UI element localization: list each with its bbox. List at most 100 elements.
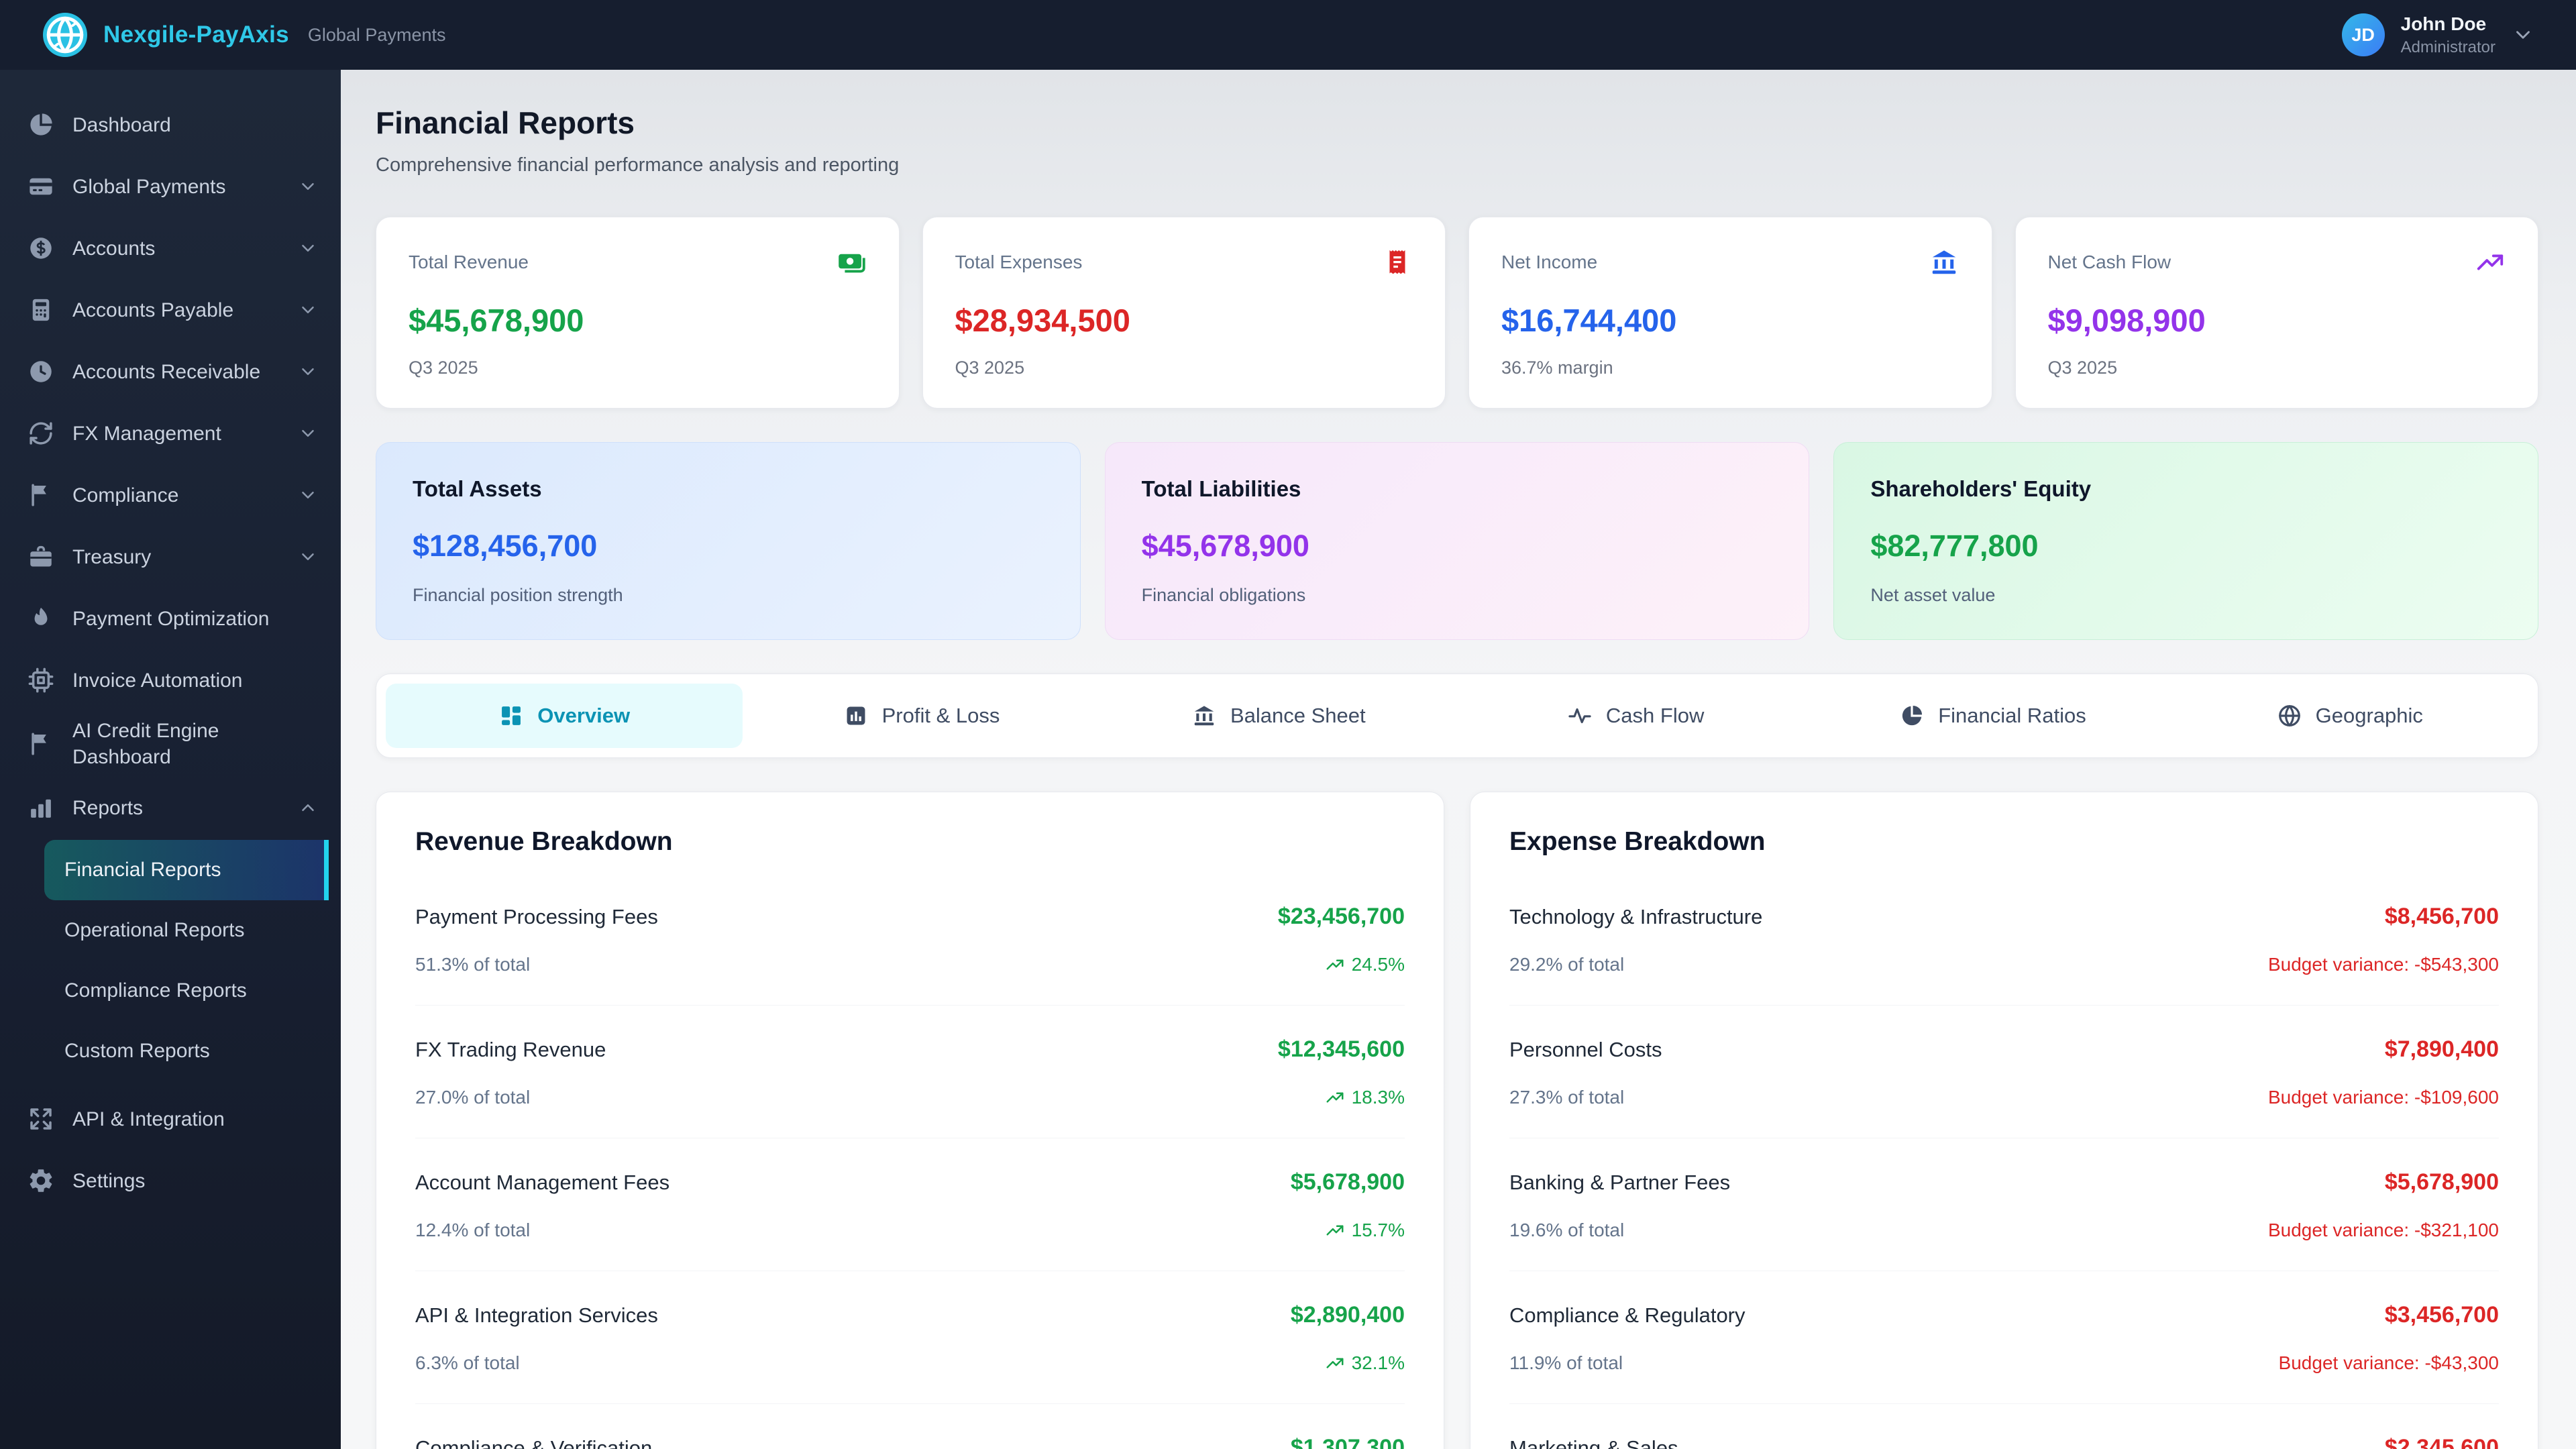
- breakdown-item-value: $2,890,400: [1290, 1302, 1405, 1328]
- summary-title: Total Liabilities: [1141, 476, 1301, 501]
- budget-variance: Budget variance: -$109,600: [2267, 1087, 2499, 1108]
- brand-name: Nexgile-PayAxis: [103, 21, 289, 48]
- sidebar-item-settings[interactable]: Settings: [0, 1150, 341, 1212]
- sidebar-subitem-compliance-reports[interactable]: Compliance Reports: [44, 961, 329, 1021]
- breakdown-item-name: API & Integration Services: [415, 1303, 658, 1327]
- activity-icon: [1567, 703, 1593, 729]
- summary-card-green: Shareholders' Equity $82,777,800 Net asset…: [1833, 442, 2538, 640]
- sidebar-item-label: Reports: [72, 796, 144, 819]
- brand-tagline: Global Payments: [307, 24, 446, 45]
- page-title: Financial Reports: [376, 105, 635, 140]
- user-menu[interactable]: JD John Doe Administrator: [2341, 13, 2534, 57]
- kpi-row: Total Revenue $45,678,900 Q3 2025 Total Exp…: [376, 217, 2538, 409]
- summary-value: $128,456,700: [413, 529, 598, 563]
- summary-subtitle: Financial obligations: [1141, 585, 1306, 605]
- breakdown-panels: Revenue Breakdown Payment Processing Fee…: [376, 792, 2538, 1449]
- flag-icon: [27, 730, 55, 758]
- sidebar-item-label: Global Payments: [72, 175, 226, 198]
- expense-row: Marketing & Sales$2,345,6008.1% of total…: [1509, 1403, 2499, 1449]
- kpi-label: Total Revenue: [409, 252, 529, 272]
- breakdown-row-top: Banking & Partner Fees $5,678,900: [1509, 1169, 2499, 1195]
- breakdown-row-sub: 27.3% of total Budget variance: -$109,600: [1509, 1087, 2499, 1108]
- breakdown-item-name: Compliance & Verification: [415, 1436, 653, 1449]
- breakdown-row-top: Account Management Fees $5,678,900: [415, 1169, 1405, 1195]
- sidebar-item-payment-optimization[interactable]: Payment Optimization: [0, 588, 341, 649]
- breakdown-row-sub: 11.9% of total Budget variance: -$43,300: [1509, 1352, 2499, 1374]
- sidebar-item-api-integration[interactable]: API & Integration: [0, 1088, 341, 1150]
- budget-variance: Budget variance: -$321,100: [2267, 1220, 2499, 1240]
- tab-label: Geographic: [2315, 704, 2423, 727]
- summary-subtitle: Net asset value: [1870, 585, 1996, 605]
- tab-label: Financial Ratios: [1938, 704, 2086, 727]
- tab-profit-loss[interactable]: Profit & Loss: [743, 684, 1099, 748]
- page-subtitle: Comprehensive financial performance anal…: [376, 154, 900, 176]
- receipt-icon: [1382, 247, 1413, 278]
- breakdown-row-sub: 12.4% of total 15.7%: [415, 1220, 1405, 1241]
- sidebar-item-label: Accounts Payable: [72, 299, 234, 321]
- expense-row: Personnel Costs $7,890,400 27.3% of total B…: [1509, 1005, 2499, 1138]
- tab-financial-ratios[interactable]: Financial Ratios: [1814, 684, 2171, 748]
- sidebar-item-global-payments[interactable]: Global Payments: [0, 156, 341, 217]
- app-header: Nexgile-PayAxis Global Payments JD John …: [0, 0, 2576, 70]
- share-of-total: 12.4% of total: [415, 1220, 531, 1240]
- sidebar-item-treasury[interactable]: Treasury: [0, 526, 341, 588]
- chevron-down-icon: [298, 485, 318, 505]
- kpi-period: 36.7% margin: [1501, 358, 1613, 378]
- breakdown-item-value: $7,890,400: [2384, 1036, 2499, 1062]
- sidebar-item-label: Dashboard: [72, 113, 171, 136]
- growth-trend-value: 15.7%: [1351, 1220, 1405, 1240]
- revenue-row: Account Management Fees $5,678,900 12.4% o…: [415, 1138, 1405, 1271]
- main-content: Financial Reports Comprehensive financia…: [341, 70, 2576, 1449]
- expense-row: Banking & Partner Fees $5,678,900 19.6% of…: [1509, 1138, 2499, 1271]
- kpi-label: Net Income: [1501, 252, 1598, 272]
- credit-card-icon: [27, 172, 55, 201]
- share-of-total: 27.3% of total: [1509, 1087, 1625, 1108]
- flame-icon: [27, 604, 55, 633]
- sidebar-subitem-financial-reports[interactable]: Financial Reports: [44, 840, 329, 900]
- kpi-value: $9,098,900: [2047, 303, 2206, 338]
- expense-rows: Technology & Infrastructure $8,456,700 29.…: [1509, 873, 2499, 1449]
- sidebar-subitem-custom-reports[interactable]: Custom Reports: [44, 1021, 329, 1081]
- sidebar-item-ai-credit-engine-dashboard[interactable]: AI Credit Engine Dashboard: [0, 711, 341, 777]
- sidebar-item-fx-management[interactable]: FX Management: [0, 402, 341, 464]
- tab-geographic[interactable]: Geographic: [2171, 684, 2528, 748]
- expense-row: Compliance & Regulatory $3,456,700 11.9% o…: [1509, 1271, 2499, 1403]
- app-shell: Dashboard Global Payments Accounts Accounts…: [0, 70, 2576, 1449]
- breakdown-item-value: $5,678,900: [1290, 1169, 1405, 1195]
- expense-row: Technology & Infrastructure $8,456,700 29.…: [1509, 873, 2499, 1005]
- breakdown-row-top: API & Integration Services $2,890,400: [415, 1302, 1405, 1328]
- user-meta: John Doe Administrator: [2401, 13, 2496, 57]
- share-of-total: 11.9% of total: [1509, 1352, 1623, 1373]
- banknote-icon: [836, 247, 867, 278]
- kpi-card-header: Total Revenue: [409, 247, 867, 278]
- tab-label: Profit & Loss: [881, 704, 1000, 727]
- growth-trend-value: 24.5%: [1351, 954, 1405, 975]
- kpi-card-header: Net Income: [1501, 247, 1960, 278]
- revenue-rows: Payment Processing Fees $23,456,700 51.3% …: [415, 873, 1405, 1449]
- sidebar-item-dashboard[interactable]: Dashboard: [0, 94, 341, 156]
- sidebar-item-reports[interactable]: Reports: [0, 777, 341, 839]
- sidebar-item-accounts-receivable[interactable]: Accounts Receivable: [0, 341, 341, 402]
- sidebar-subitem-operational-reports[interactable]: Operational Reports: [44, 900, 329, 961]
- tab-label: Overview: [537, 704, 631, 727]
- sidebar-item-label: Compliance: [72, 484, 179, 506]
- summary-value: $45,678,900: [1141, 529, 1309, 563]
- growth-trend: 24.5%: [1325, 954, 1405, 975]
- tab-overview[interactable]: Overview: [386, 684, 743, 748]
- tab-cash-flow[interactable]: Cash Flow: [1457, 684, 1814, 748]
- sidebar-item-compliance[interactable]: Compliance: [0, 464, 341, 526]
- landmark-icon: [1929, 247, 1960, 278]
- brand: Nexgile-PayAxis Global Payments: [43, 13, 445, 57]
- breakdown-row-top: Technology & Infrastructure $8,456,700: [1509, 904, 2499, 930]
- tab-balance-sheet[interactable]: Balance Sheet: [1100, 684, 1457, 748]
- chevron-down-icon: [298, 176, 318, 197]
- sidebar-item-invoice-automation[interactable]: Invoice Automation: [0, 649, 341, 711]
- breakdown-row-sub: 6.3% of total 32.1%: [415, 1352, 1405, 1374]
- sidebar-item-accounts[interactable]: Accounts: [0, 217, 341, 279]
- breakdown-item-value: $3,456,700: [2384, 1302, 2499, 1328]
- breakdown-row-top: Payment Processing Fees $23,456,700: [415, 904, 1405, 930]
- breakdown-row-sub: 27.0% of total 18.3%: [415, 1087, 1405, 1108]
- expense-breakdown-panel: Expense Breakdown Technology & Infrastru…: [1470, 792, 2538, 1449]
- sidebar-item-accounts-payable[interactable]: Accounts Payable: [0, 279, 341, 341]
- breakdown-item-name: Personnel Costs: [1509, 1038, 1662, 1061]
